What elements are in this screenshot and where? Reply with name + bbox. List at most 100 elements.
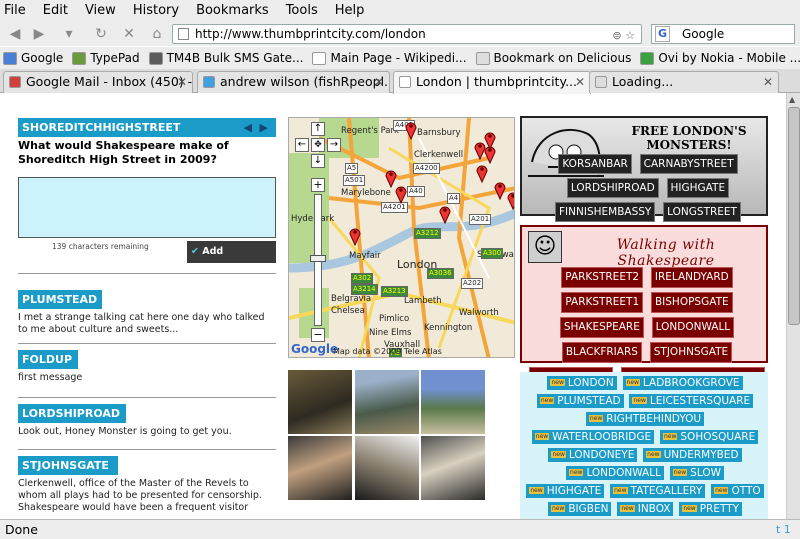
scrollbar-thumb[interactable] (788, 107, 800, 325)
dropdown-arrow-icon[interactable]: ▾ (58, 24, 80, 44)
post-title[interactable]: STJOHNSGATE (18, 456, 118, 475)
tag-link[interactable]: LONDONWALL (651, 317, 735, 338)
back-button[interactable]: ◀ (4, 24, 26, 44)
browser-tab[interactable]: London | thumbprintcity... ✕ (393, 71, 591, 94)
tag-link[interactable]: PLUMSTEAD (536, 394, 624, 408)
tag-link[interactable]: LORDSHIPROAD (566, 178, 659, 198)
menu-file[interactable]: File (4, 3, 26, 18)
map-marker-icon[interactable] (439, 204, 451, 225)
pan-center-icon[interactable]: ✥ (311, 138, 325, 152)
map-road-label: A40 (407, 186, 425, 197)
page-scrollbar[interactable]: ▲ (786, 93, 800, 519)
close-tab-icon[interactable]: ✕ (177, 72, 187, 92)
map-marker-icon[interactable] (405, 120, 417, 141)
pan-up-icon[interactable]: ↑ (311, 122, 325, 136)
bookmark-item[interactable]: Ovi by Nokia - Mobile ... (640, 51, 800, 65)
pan-left-icon[interactable]: ← (295, 138, 309, 152)
photo-thumbnail[interactable] (355, 436, 419, 500)
forward-button[interactable]: ▶ (28, 24, 50, 44)
reload-button[interactable]: ↻ (90, 24, 112, 44)
post-title[interactable]: PLUMSTEAD (18, 290, 102, 309)
rss-icon[interactable]: ⊜ ☆ (612, 27, 635, 45)
map-marker-icon[interactable] (349, 226, 361, 247)
tag-link[interactable]: HIGHGATE (526, 484, 605, 498)
photo-thumbnail[interactable] (288, 370, 352, 434)
tag-link[interactable]: WATERLOOBRIDGE (531, 430, 655, 444)
tag-link[interactable]: PRETTY (679, 502, 743, 516)
tag-link[interactable]: FINNISHEMBASSY (555, 202, 656, 222)
bookmark-item[interactable]: Main Page - Wikipedi... (312, 51, 467, 65)
tag-link[interactable]: STJOHNSGATE (649, 342, 733, 363)
menu-edit[interactable]: Edit (43, 3, 68, 18)
extension-icon[interactable]: t 1 (776, 520, 791, 539)
tag-link[interactable]: SOHOSQUARE (659, 430, 759, 444)
menu-history[interactable]: History (133, 3, 179, 18)
map[interactable]: Barnsbury Regent's Park Clerkenwell Maryleb… (288, 117, 515, 358)
photo-thumbnail[interactable] (355, 370, 419, 434)
tag-link[interactable]: LADBROOKGROVE (622, 376, 743, 390)
tag-link[interactable]: SLOW (669, 466, 724, 480)
tag-link[interactable]: BISHOPSGATE (650, 292, 733, 313)
tag-link[interactable]: OTTO (711, 484, 764, 498)
zoom-slider-handle[interactable] (310, 255, 326, 262)
tag-link[interactable]: LONDON (547, 376, 617, 390)
map-marker-icon[interactable] (507, 190, 514, 211)
bookmark-item[interactable]: Google (3, 51, 63, 65)
tag-link[interactable]: IRELANDYARD (650, 267, 733, 288)
menu-help[interactable]: Help (335, 3, 365, 18)
search-box[interactable]: G Google (651, 24, 795, 44)
photo-thumbnail[interactable] (421, 436, 485, 500)
tag-link[interactable]: INBOX (617, 502, 674, 516)
map-marker-icon[interactable] (395, 184, 407, 205)
question-header[interactable]: SHOREDITCHHIGHSTREET ◀ ▶ (18, 118, 276, 137)
bookmark-item[interactable]: TypePad (72, 51, 140, 65)
tag-link[interactable]: LONDONEYE (548, 448, 638, 462)
bookmark-item[interactable]: TM4B Bulk SMS Gate... (148, 51, 303, 65)
tag-link[interactable]: PARKSTREET1 (561, 292, 644, 313)
menu-view[interactable]: View (85, 3, 116, 18)
tag-link[interactable]: LEICESTERSQUARE (629, 394, 754, 408)
browser-tab[interactable]: Loading... ✕ (589, 71, 779, 93)
close-tab-icon[interactable]: ✕ (374, 72, 384, 92)
browser-tab[interactable]: Google Mail - Inbox (450) - ... ✕ (3, 71, 193, 93)
navigation-toolbar: ◀ ▶ ▾ ↻ ✕ ⌂ http://www.thumbprintcity.co… (0, 21, 800, 46)
post-title[interactable]: LORDSHIPROAD (18, 404, 126, 423)
close-tab-icon[interactable]: ✕ (575, 72, 585, 92)
pan-down-icon[interactable]: ↓ (311, 154, 325, 168)
stop-button[interactable]: ✕ (118, 24, 140, 44)
url-bar[interactable]: http://www.thumbprintcity.com/london ⊜ ☆ (172, 24, 642, 44)
map-marker-icon[interactable] (476, 163, 488, 184)
tag-link[interactable]: HIGHGATE (666, 178, 730, 198)
menu-tools[interactable]: Tools (286, 3, 318, 18)
browser-tab[interactable]: andrew wilson (fishRpeopl... ✕ (197, 71, 390, 93)
tag-link[interactable]: TATEGALLERY (610, 484, 706, 498)
next-arrow-icon[interactable]: ▶ (260, 118, 268, 137)
pan-right-icon[interactable]: → (327, 138, 341, 152)
tag-link[interactable]: UNDERMYBED (643, 448, 742, 462)
zoom-in-icon[interactable]: + (311, 178, 325, 192)
zoom-out-icon[interactable]: − (311, 328, 325, 342)
menu-bookmarks[interactable]: Bookmarks (196, 3, 269, 18)
tag-link[interactable]: LONGSTREET (663, 202, 741, 222)
map-marker-icon[interactable] (494, 180, 506, 201)
bookmark-item[interactable]: Bookmark on Delicious (475, 51, 631, 65)
scroll-up-icon[interactable]: ▲ (789, 95, 799, 105)
google-search-icon[interactable]: G (655, 26, 670, 42)
home-button[interactable]: ⌂ (146, 24, 168, 44)
prev-arrow-icon[interactable]: ◀ (244, 118, 252, 137)
tag-link[interactable]: PARKSTREET2 (561, 267, 644, 288)
tag-link[interactable]: BIGBEN (547, 502, 612, 516)
photo-thumbnail[interactable] (421, 370, 485, 434)
comment-textarea[interactable] (18, 177, 276, 238)
add-comment-button[interactable]: ✔ Add comment (187, 241, 276, 279)
tag-link[interactable]: SHAKESPEARE (559, 317, 644, 338)
close-tab-icon[interactable]: ✕ (763, 72, 773, 92)
tag-link[interactable]: BLACKFRIARS (561, 342, 642, 363)
photo-thumbnail[interactable] (288, 436, 352, 500)
tag-link[interactable]: LONDONWALL (566, 466, 664, 480)
post-title[interactable]: FOLDUP (18, 350, 78, 369)
map-marker-icon[interactable] (484, 130, 496, 151)
tag-link[interactable]: RIGHTBEHINDYOU (585, 412, 705, 426)
tag-link[interactable]: KORSANBAR (558, 154, 632, 174)
tag-link[interactable]: CARNABYSTREET (639, 154, 738, 174)
